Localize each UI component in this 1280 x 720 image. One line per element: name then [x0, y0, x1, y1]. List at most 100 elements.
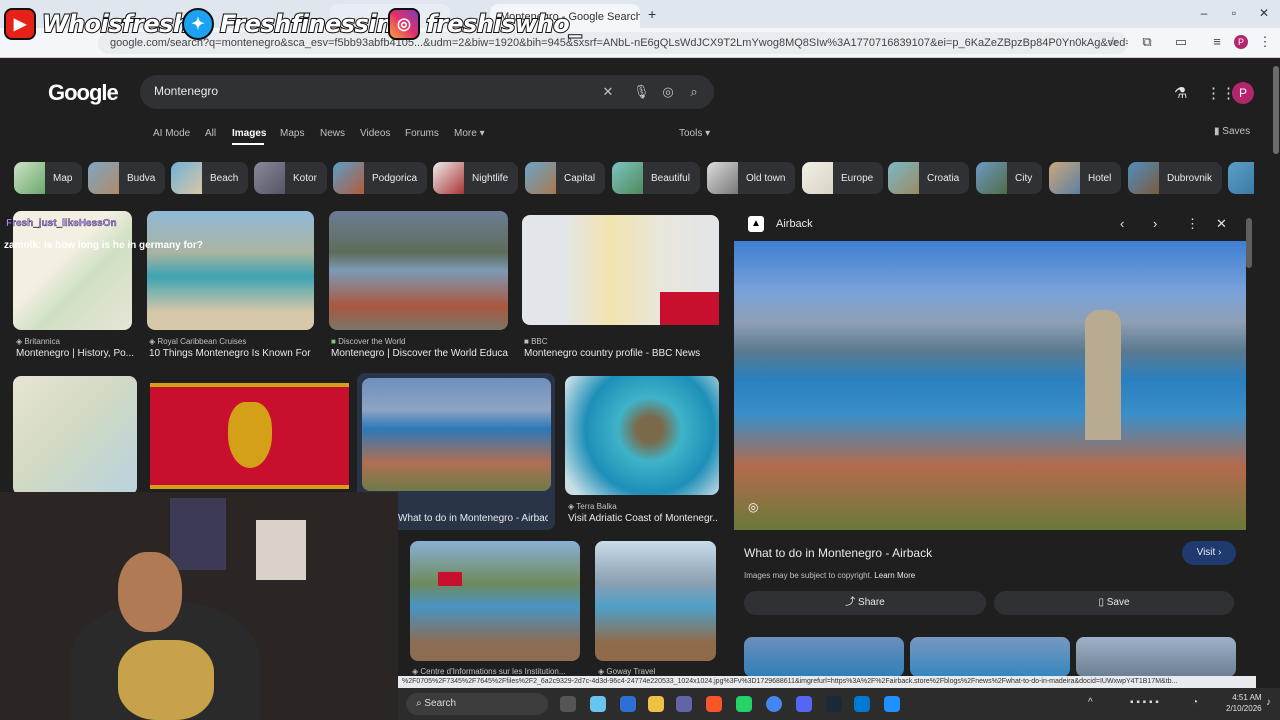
- taskbar-search[interactable]: ⌕ Search: [406, 693, 548, 715]
- result-title[interactable]: Montenegro country profile - BBC News: [524, 348, 720, 359]
- result-image-centre-info[interactable]: [410, 541, 580, 661]
- microphone-icon[interactable]: 🎙: [633, 84, 650, 100]
- taskbar-clock[interactable]: 4:51 AM 2/10/2026: [1226, 692, 1262, 714]
- panel-scrollbar[interactable]: [1246, 218, 1252, 268]
- previous-arrow-icon[interactable]: ‹: [1120, 216, 1124, 231]
- steam-icon[interactable]: [826, 696, 842, 712]
- extensions-icon[interactable]: ⧉: [1138, 34, 1156, 50]
- panel-source[interactable]: Airback: [776, 218, 813, 230]
- result-image-royal-caribbean[interactable]: [147, 211, 314, 330]
- tab-news[interactable]: News: [320, 128, 345, 139]
- source-favicon-icon: ◈: [598, 667, 605, 676]
- profile-avatar[interactable]: P: [1234, 35, 1248, 49]
- app-icon[interactable]: [854, 696, 870, 712]
- save-button[interactable]: ▯ Save: [994, 591, 1234, 615]
- result-title[interactable]: 10 Things Montenegro Is Known For: [149, 348, 314, 359]
- chat-message: zamolk: is how long is he in germany for…: [4, 240, 203, 251]
- airback-favicon-icon: ▲: [748, 216, 764, 232]
- chip-label: Europe: [841, 172, 874, 184]
- share-button[interactable]: ⤴ Share: [744, 591, 986, 615]
- search-icon[interactable]: ⌕: [686, 84, 702, 100]
- maximize-icon[interactable]: ▫: [1226, 6, 1242, 20]
- app-icon[interactable]: [884, 696, 900, 712]
- chrome-icon[interactable]: [766, 696, 782, 712]
- tools-button[interactable]: Tools ▾: [679, 128, 710, 139]
- chrome-menu-icon[interactable]: ⋮: [1256, 34, 1274, 50]
- teams-icon[interactable]: [676, 696, 692, 712]
- panel-main-image[interactable]: [734, 241, 1246, 530]
- close-window-icon[interactable]: ✕: [1256, 6, 1272, 20]
- google-logo[interactable]: Google: [48, 80, 119, 106]
- chip-europe[interactable]: Europe: [802, 162, 884, 194]
- tab-maps[interactable]: Maps: [280, 128, 304, 139]
- chip-beach[interactable]: Beach: [171, 162, 249, 194]
- media-icon[interactable]: ≡: [1208, 34, 1226, 49]
- related-image[interactable]: [1076, 637, 1236, 677]
- next-arrow-icon[interactable]: ›: [1153, 216, 1157, 231]
- tray-chevron-icon[interactable]: ^: [1088, 697, 1093, 708]
- chip-next-thumb[interactable]: [1228, 162, 1254, 194]
- chip-hotel[interactable]: Hotel: [1049, 162, 1122, 194]
- source-favicon-icon: ◈: [568, 502, 575, 511]
- saves-link[interactable]: ▮ Saves: [1214, 126, 1250, 137]
- result-image-terra-balka[interactable]: [565, 376, 719, 495]
- chip-map[interactable]: Map: [14, 162, 83, 194]
- result-title[interactable]: What to do in Montenegro - Airback: [398, 513, 548, 524]
- tab-all[interactable]: All: [205, 128, 216, 139]
- tab-more[interactable]: More ▾: [454, 128, 485, 139]
- result-image-goway[interactable]: [595, 541, 716, 661]
- result-source: ◈ Goway Travel: [598, 667, 655, 676]
- chip-podgorica[interactable]: Podgorica: [333, 162, 428, 194]
- clear-search-icon[interactable]: ✕: [600, 84, 616, 100]
- chip-budva[interactable]: Budva: [88, 162, 166, 194]
- brave-icon[interactable]: [706, 696, 722, 712]
- tab-videos[interactable]: Videos: [360, 128, 390, 139]
- notification-bell-icon[interactable]: ♪: [1266, 697, 1271, 708]
- labs-flask-icon[interactable]: ⚗: [1174, 84, 1187, 102]
- more-options-icon[interactable]: ⋮: [1186, 216, 1199, 232]
- cast-icon[interactable]: ▭: [1172, 34, 1190, 50]
- related-image[interactable]: [744, 637, 904, 677]
- result-image-map-2[interactable]: [13, 376, 137, 495]
- store-icon[interactable]: [620, 696, 636, 712]
- chip-nightlife[interactable]: Nightlife: [433, 162, 519, 194]
- whatsapp-icon[interactable]: [736, 696, 752, 712]
- tab-images[interactable]: Images: [232, 128, 266, 139]
- chip-dubrovnik[interactable]: Dubrovnik: [1128, 162, 1223, 194]
- bookmark-star-icon[interactable]: ☆: [1104, 34, 1122, 50]
- lens-icon[interactable]: ◎: [660, 84, 676, 100]
- result-title[interactable]: Visit Adriatic Coast of Montenegr...: [568, 513, 718, 524]
- result-title[interactable]: Montenegro | History, Po...: [16, 348, 136, 359]
- result-image-airback[interactable]: [362, 378, 551, 491]
- google-account-avatar[interactable]: P: [1232, 82, 1254, 104]
- tray-icons[interactable]: ▪ ▪ ▪ ▪ ▪: [1130, 697, 1159, 708]
- chip-city[interactable]: City: [976, 162, 1043, 194]
- chip-kotor[interactable]: Kotor: [254, 162, 327, 194]
- chip-croatia[interactable]: Croatia: [888, 162, 970, 194]
- result-title[interactable]: Montenegro | Discover the World Educa...: [331, 348, 509, 359]
- chip-old-town[interactable]: Old town: [707, 162, 796, 194]
- tab-ai-mode[interactable]: AI Mode: [153, 128, 190, 139]
- chip-beautiful[interactable]: Beautiful: [612, 162, 700, 194]
- wifi-volume-battery-icon[interactable]: ◔: [1192, 697, 1198, 708]
- instagram-handle: freshiswho_: [425, 9, 582, 39]
- discord-icon[interactable]: [796, 696, 812, 712]
- copilot-icon[interactable]: [590, 696, 606, 712]
- new-tab-button[interactable]: +: [648, 6, 656, 22]
- close-panel-icon[interactable]: ✕: [1216, 216, 1227, 232]
- chip-capital[interactable]: Capital: [525, 162, 606, 194]
- learn-more-link[interactable]: Learn More: [874, 571, 915, 580]
- related-image[interactable]: [910, 637, 1070, 677]
- minimize-icon[interactable]: –: [1196, 6, 1212, 20]
- twitter-banner: ✦ Freshfinessing: [182, 2, 411, 46]
- search-input[interactable]: Montenegro: [140, 75, 714, 109]
- file-explorer-icon[interactable]: [648, 696, 664, 712]
- task-view-icon[interactable]: [560, 696, 576, 712]
- panel-title[interactable]: What to do in Montenegro - Airback: [744, 546, 932, 560]
- page-scrollbar-thumb[interactable]: [1273, 66, 1279, 154]
- chip-label: Nightlife: [472, 172, 509, 184]
- lens-search-icon[interactable]: ◎: [748, 500, 758, 514]
- tab-forums[interactable]: Forums: [405, 128, 439, 139]
- visit-button[interactable]: Visit ›: [1182, 541, 1236, 565]
- result-image-discover-the-world[interactable]: [329, 211, 508, 330]
